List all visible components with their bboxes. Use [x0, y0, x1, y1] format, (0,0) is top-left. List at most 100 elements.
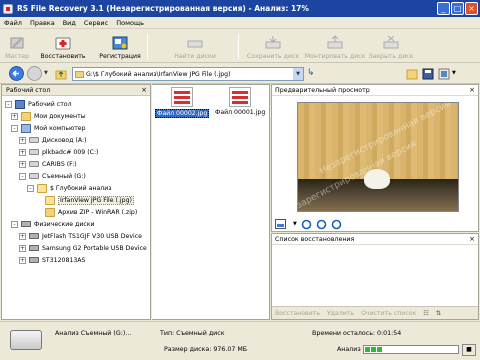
- restore-button[interactable]: Восстановить: [40, 32, 86, 61]
- tree-header: Рабочий стол ×: [2, 85, 150, 96]
- tree-item-drive-f[interactable]: + CARIBS (F:): [19, 158, 77, 170]
- rotate-left-icon[interactable]: [301, 219, 312, 230]
- status-bar: Анализ Съемный (G:)... Тип: Съемный диск…: [0, 321, 480, 360]
- tree-item-physical-disks[interactable]: - Физические диски: [11, 218, 95, 230]
- tree-item-drive-c[interactable]: + plkbadc# 009 (C:): [19, 146, 98, 158]
- address-bar: ▼ G:\$ Глубокий анализ\IrfanView JPG Fil…: [0, 64, 480, 84]
- sort-icon[interactable]: ⇅: [436, 310, 441, 317]
- tree-item-jetflash[interactable]: + JetFlash TS1GJF V30 USB Device: [19, 230, 142, 242]
- computer-icon: [21, 123, 31, 133]
- window-title: RS File Recovery 3.1 (Незарегистрированн…: [17, 4, 309, 13]
- disk-type: Тип: Съемный диск: [160, 330, 225, 337]
- tree-item-jpg-files[interactable]: IrfanView JPG File (.jpg): [45, 194, 134, 206]
- recovery-restore-button[interactable]: Восстановить: [275, 310, 320, 317]
- analysis-label: Анализ: [337, 346, 361, 353]
- floppy-drive-icon: [29, 137, 39, 143]
- forward-arrow-icon[interactable]: [27, 66, 42, 81]
- menu-help[interactable]: Помощь: [116, 19, 144, 27]
- address-field[interactable]: G:\$ Глубокий анализ\IrfanView JPG File …: [72, 67, 304, 81]
- recovery-list-panel: Список восстановления × Восстановить Уда…: [271, 233, 479, 320]
- go-icon[interactable]: ↳: [307, 68, 315, 78]
- tree-item-samsung[interactable]: + Samsung G2 Portable USB Device: [19, 242, 147, 254]
- list-view-icon[interactable]: ☷: [423, 310, 429, 317]
- analysis-status: Анализ Съемный (G:)...: [55, 330, 132, 337]
- folder-open-icon: [37, 183, 47, 193]
- preview-image: Незарегистрированная версия Незарегистри…: [297, 102, 459, 212]
- save-disk-icon: [265, 36, 281, 49]
- preview-toolbar: ▼: [272, 217, 478, 231]
- removable-drive-icon: [10, 330, 42, 350]
- mount-disk-button[interactable]: Монтировать диск: [304, 32, 366, 61]
- save-disk-button[interactable]: Сохранить диск: [245, 32, 301, 61]
- menu-view[interactable]: Вид: [63, 19, 76, 27]
- close-icon[interactable]: ×: [469, 85, 475, 96]
- view-dropdown-icon[interactable]: ▼: [452, 70, 456, 76]
- recovery-toolbar: Восстановить Удалить Очистить список ☷ ⇅: [272, 306, 478, 319]
- view-options-icon[interactable]: [438, 68, 450, 80]
- tree-item-st3120813as[interactable]: + ST3120813AS: [19, 254, 85, 266]
- tree-item-desktop[interactable]: - Рабочий стол: [5, 98, 72, 110]
- up-folder-icon[interactable]: [55, 68, 67, 80]
- tree-item-drive-g[interactable]: - Съемный (G:): [19, 170, 86, 182]
- wizard-icon: [10, 37, 24, 49]
- usb-drive-icon: [29, 245, 39, 251]
- folder-tree-panel: Рабочий стол × - Рабочий стол + Мои докуме…: [1, 84, 151, 320]
- jpg-file-icon: [171, 87, 194, 107]
- history-dropdown-icon[interactable]: ▼: [44, 70, 48, 76]
- wizard-button[interactable]: Мастер: [4, 32, 30, 61]
- progress-segment: [365, 347, 370, 352]
- analysis-progress-bar: [363, 345, 459, 354]
- toolbar: Мастер Восстановить Регистрация Найти ди…: [0, 30, 480, 63]
- title-bar: RS File Recovery 3.1 (Незарегистрированн…: [0, 0, 480, 17]
- jpg-file-icon: [229, 87, 252, 107]
- stop-analysis-button[interactable]: ■: [462, 344, 476, 356]
- close-icon[interactable]: ×: [469, 234, 475, 245]
- register-button[interactable]: Регистрация: [99, 32, 141, 61]
- folder-open-icon: [45, 195, 55, 205]
- menu-file[interactable]: Файл: [4, 19, 22, 27]
- save-icon[interactable]: [422, 68, 434, 80]
- window-controls: _ □ ×: [437, 2, 478, 15]
- hard-drive-icon: [29, 161, 39, 167]
- tree-item-deep-analysis[interactable]: - $ Глубокий анализ: [27, 182, 112, 194]
- folder-view-icon[interactable]: [406, 68, 418, 80]
- recovery-clear-button[interactable]: Очистить список: [361, 310, 416, 317]
- tree-item-my-documents[interactable]: + Мои документы: [11, 110, 86, 122]
- preview-title: Предварительный просмотр ×: [272, 85, 478, 96]
- hard-disk-icon: [29, 257, 39, 263]
- view-dropdown-icon[interactable]: ▼: [293, 221, 297, 227]
- disk-size: Размер диска: 976.07 МБ: [164, 346, 248, 353]
- address-path: G:\$ Глубокий анализ\IrfanView JPG File …: [86, 70, 231, 78]
- menu-edit[interactable]: Правка: [30, 19, 55, 27]
- toolbar-separator: [238, 34, 239, 59]
- find-disks-icon: [187, 40, 203, 48]
- refresh-icon[interactable]: [331, 219, 342, 230]
- recovery-list-title: Список восстановления ×: [272, 234, 478, 245]
- progress-segment: [377, 347, 382, 352]
- documents-folder-icon: [21, 111, 31, 121]
- close-button[interactable]: ×: [465, 2, 478, 15]
- minimize-button[interactable]: _: [437, 2, 450, 15]
- file-item[interactable]: Файл 00001.jpg: [214, 87, 266, 116]
- menu-service[interactable]: Сервис: [84, 19, 108, 27]
- rotate-right-icon[interactable]: [316, 219, 327, 230]
- tree-item-my-computer[interactable]: - Мой компьютер: [11, 122, 86, 134]
- progress-segment: [371, 347, 376, 352]
- tree-item-drive-a[interactable]: + Дисковод (A:): [19, 134, 87, 146]
- usb-drive-icon: [29, 233, 39, 239]
- file-item[interactable]: Файл 00002.jpg: [155, 87, 210, 118]
- recovery-delete-button[interactable]: Удалить: [327, 310, 354, 317]
- close-icon[interactable]: ×: [141, 85, 147, 96]
- find-disks-button[interactable]: Найти диски: [174, 32, 216, 61]
- first-aid-icon: [55, 37, 71, 50]
- address-dropdown-icon[interactable]: ▼: [293, 68, 303, 80]
- file-list-panel: Файл 00002.jpg Файл 00001.jpg: [152, 84, 270, 320]
- removable-drive-icon: [29, 173, 39, 179]
- tree-item-zip-files[interactable]: Архив ZIP - WinRAR (.zip): [45, 206, 137, 218]
- physical-disks-icon: [21, 221, 31, 227]
- back-arrow-icon[interactable]: [9, 66, 24, 81]
- close-disk-button[interactable]: Закрыть диск: [367, 32, 415, 61]
- image-view-icon[interactable]: [275, 218, 289, 230]
- register-icon: [112, 36, 128, 50]
- maximize-button[interactable]: □: [451, 2, 464, 15]
